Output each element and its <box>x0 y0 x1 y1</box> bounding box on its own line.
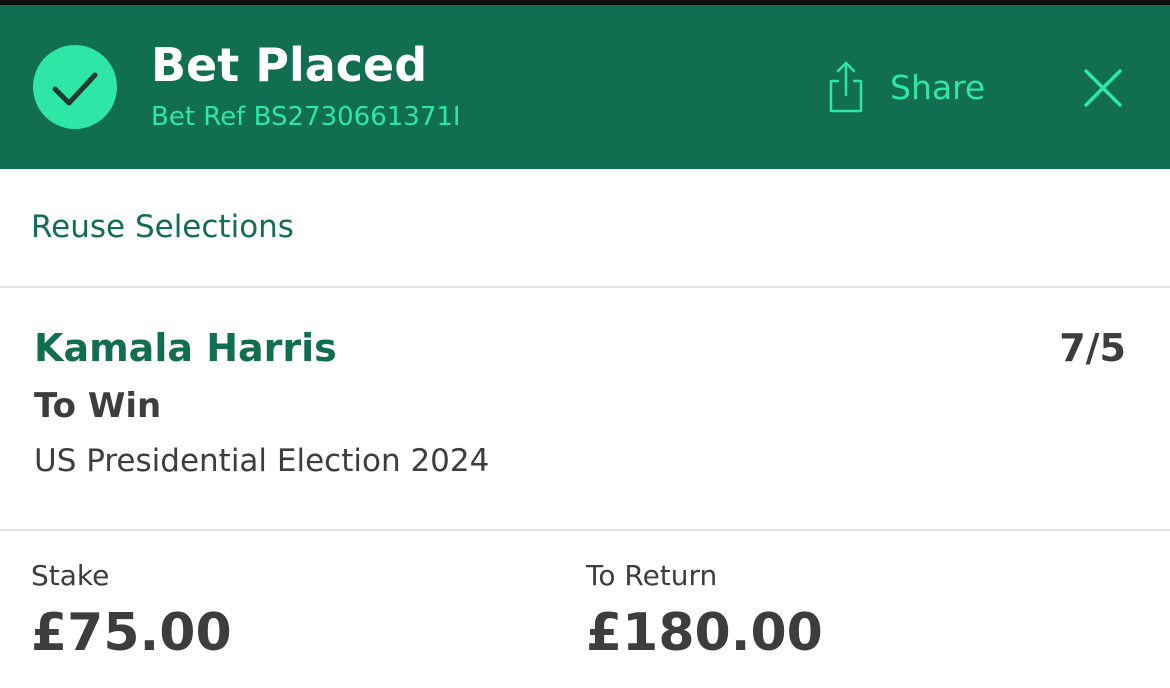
bet-placed-header: Bet Placed Bet Ref BS2730661371I Share <box>0 5 1170 169</box>
return-label: To Return <box>586 559 718 592</box>
bet-reference: Bet Ref BS2730661371I <box>151 102 461 132</box>
share-button[interactable]: Share <box>826 57 985 117</box>
page-title: Bet Placed <box>151 38 428 92</box>
close-icon[interactable] <box>1078 63 1128 113</box>
selection-name: Kamala Harris <box>34 326 337 370</box>
share-icon <box>829 61 863 113</box>
selection-event: US Presidential Election 2024 <box>34 443 490 479</box>
reuse-selections-row: Reuse Selections <box>0 169 1170 288</box>
bet-receipt-screen: Bet Placed Bet Ref BS2730661371I Share R… <box>0 0 1170 688</box>
reuse-selections-link[interactable]: Reuse Selections <box>31 209 294 245</box>
bet-totals: Stake £75.00 To Return £180.00 <box>0 531 1170 688</box>
selection-market: To Win <box>34 386 162 426</box>
stake-label: Stake <box>31 559 110 592</box>
selection-odds: 7/5 <box>1059 326 1126 370</box>
bet-selection: Kamala Harris 7/5 To Win US Presidential… <box>0 288 1170 531</box>
stake-amount: £75.00 <box>31 603 232 663</box>
check-circle-icon <box>33 45 117 129</box>
share-label: Share <box>890 67 986 107</box>
return-amount: £180.00 <box>586 603 823 663</box>
